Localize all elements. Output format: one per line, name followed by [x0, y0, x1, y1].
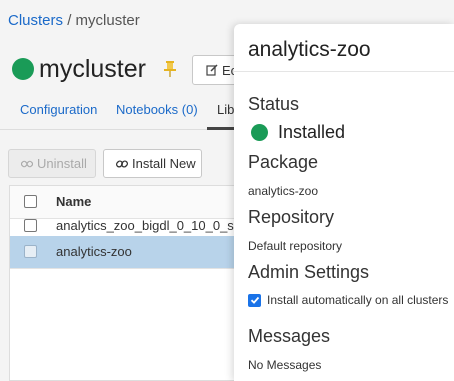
cluster-name: mycluster	[39, 54, 146, 83]
library-name: analytics-zoo	[56, 244, 132, 259]
unlink-icon	[21, 160, 33, 167]
row-checkbox[interactable]	[24, 245, 37, 258]
messages-heading: Messages	[248, 326, 331, 346]
cluster-tabs: Configuration Notebooks (0) Lib	[0, 96, 245, 130]
library-details-panel: analytics-zoo Status Installed Package a…	[234, 24, 454, 381]
cluster-status-icon	[12, 58, 34, 80]
installed-status-icon	[251, 124, 268, 141]
edit-icon	[206, 64, 218, 76]
panel-title: analytics-zoo	[248, 38, 371, 61]
package-value: analytics-zoo	[248, 184, 319, 198]
tab-notebooks[interactable]: Notebooks (0)	[116, 102, 198, 117]
installed-status: Installed	[251, 122, 345, 143]
pin-icon[interactable]	[163, 60, 177, 78]
table-row[interactable]: analytics-zoo	[10, 236, 250, 269]
check-icon	[250, 296, 259, 304]
library-name: analytics_zoo_bigdl_0_10_0_spa	[56, 218, 249, 233]
status-heading: Status	[248, 94, 300, 114]
breadcrumb: Clusters / mycluster	[8, 12, 140, 29]
page-title: mycluster	[12, 53, 146, 85]
column-header-name[interactable]: Name	[56, 194, 91, 209]
select-all-checkbox[interactable]	[24, 195, 37, 208]
panel-divider	[234, 71, 454, 72]
repository-value: Default repository	[248, 239, 343, 253]
install-new-label: Install New	[132, 156, 196, 171]
uninstall-label: Uninstall	[37, 156, 87, 171]
auto-install-setting[interactable]: Install automatically on all clusters	[248, 293, 448, 307]
breadcrumb-clusters-link[interactable]: Clusters	[8, 12, 63, 29]
admin-settings-heading: Admin Settings	[248, 262, 370, 282]
install-new-button[interactable]: Install New	[103, 149, 202, 178]
uninstall-button[interactable]: Uninstall	[8, 149, 96, 178]
installed-status-text: Installed	[278, 122, 346, 142]
row-checkbox[interactable]	[24, 219, 37, 232]
repository-heading: Repository	[248, 207, 335, 227]
breadcrumb-separator: /	[67, 12, 72, 29]
libraries-table: Name analytics_zoo_bigdl_0_10_0_spa anal…	[9, 185, 250, 381]
package-heading: Package	[248, 152, 319, 172]
auto-install-checkbox[interactable]	[248, 293, 261, 307]
messages-value: No Messages	[248, 358, 322, 372]
breadcrumb-current: mycluster	[75, 12, 140, 29]
link-icon	[116, 159, 128, 168]
auto-install-label: Install automatically on all clusters	[267, 293, 449, 307]
tab-configuration[interactable]: Configuration	[20, 102, 97, 117]
